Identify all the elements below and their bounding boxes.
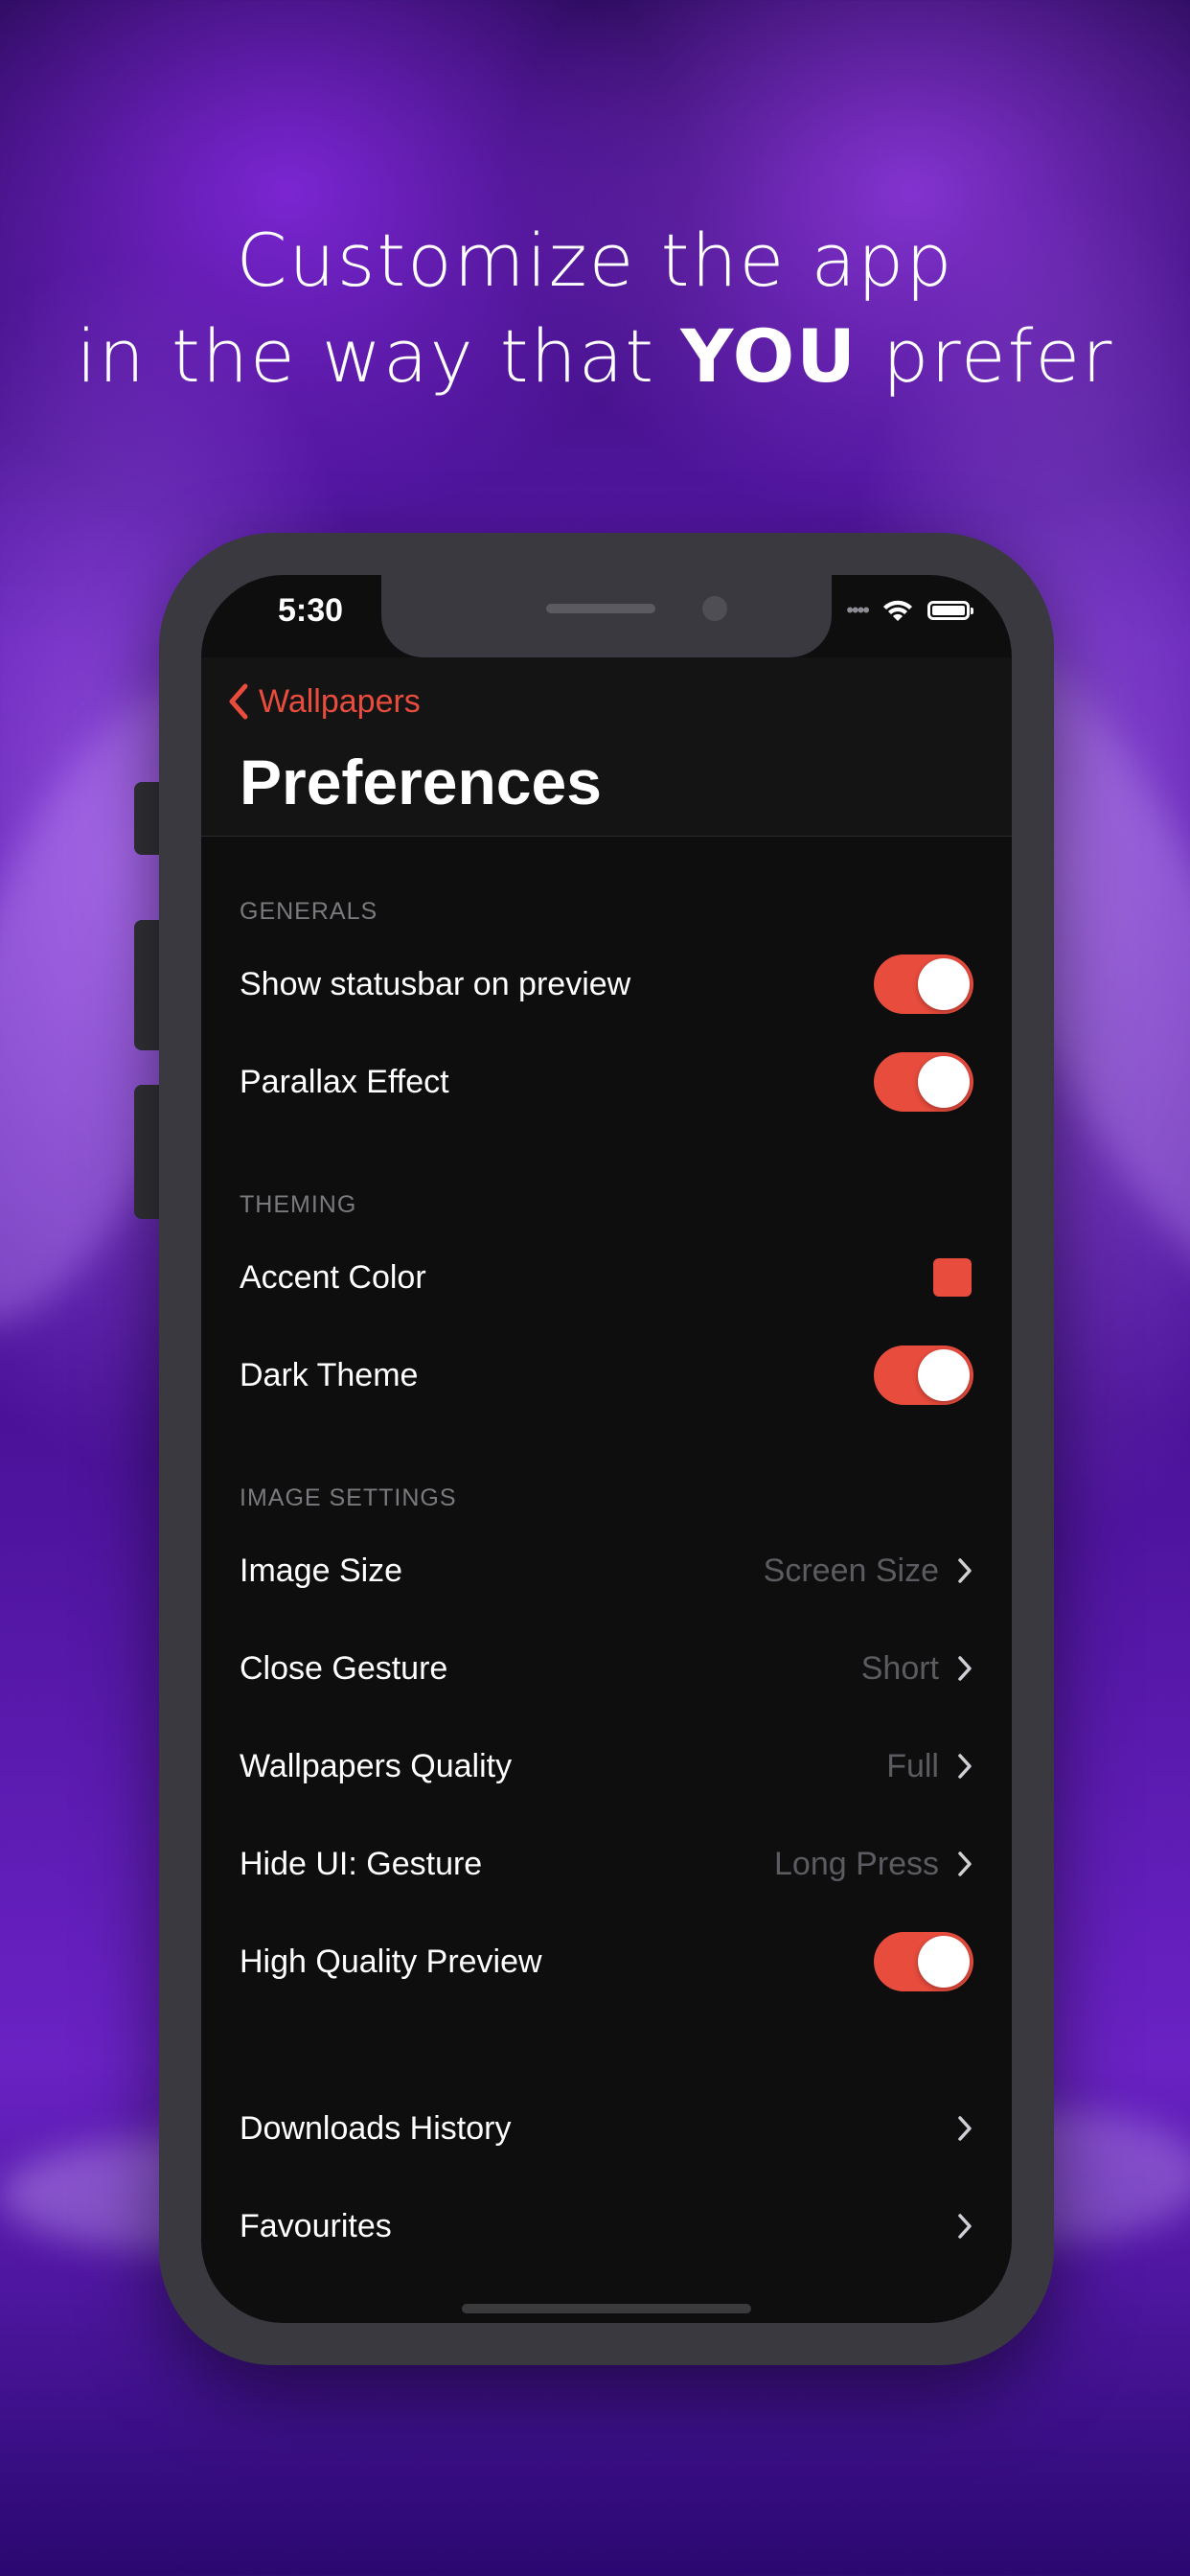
setting-row-close-gesture[interactable]: Close Gesture Short — [201, 1620, 1012, 1717]
chevron-right-icon — [958, 1754, 972, 1779]
phone-screen: 5:30 •••• Wallpapers Preferences GENERAL… — [201, 575, 1012, 2323]
setting-label: Image Size — [240, 1552, 403, 1589]
chevron-right-icon — [958, 2116, 972, 2141]
headline-line-2: in the way that YOU prefer — [0, 309, 1190, 404]
accent-color-swatch[interactable] — [933, 1258, 972, 1297]
parallax-toggle[interactable] — [874, 1052, 973, 1112]
setting-label: Wallpapers Quality — [240, 1747, 513, 1784]
back-button-label: Wallpapers — [259, 682, 421, 720]
setting-row-accent-color[interactable]: Accent Color — [201, 1229, 1012, 1326]
setting-row-favourites[interactable]: Favourites — [201, 2177, 1012, 2275]
marketing-headline: Customize the app in the way that YOU pr… — [0, 213, 1190, 404]
battery-icon — [927, 601, 973, 620]
setting-row-image-size[interactable]: Image Size Screen Size — [201, 1522, 1012, 1620]
setting-value: Long Press — [774, 1845, 939, 1882]
chevron-right-icon — [958, 1656, 972, 1681]
setting-value: Full — [886, 1747, 939, 1784]
chevron-right-icon — [958, 1852, 972, 1876]
status-time: 5:30 — [278, 592, 344, 629]
setting-row-hide-ui-gesture[interactable]: Hide UI: Gesture Long Press — [201, 1815, 1012, 1913]
headline-text: prefer — [857, 313, 1114, 399]
setting-row-show-statusbar: Show statusbar on preview — [201, 935, 1012, 1033]
navigation-bar: Wallpapers Preferences — [201, 657, 1012, 837]
chevron-right-icon — [958, 2214, 972, 2239]
wifi-icon — [883, 600, 912, 621]
setting-label: Downloads History — [240, 2109, 512, 2147]
setting-label: Show statusbar on preview — [240, 965, 631, 1002]
page-title: Preferences — [240, 747, 602, 817]
back-chevron-icon — [229, 683, 248, 720]
setting-value: Short — [860, 1649, 939, 1687]
headline-line-1: Customize the app — [236, 218, 954, 303]
show-statusbar-toggle[interactable] — [874, 954, 973, 1014]
setting-row-wallpapers-quality[interactable]: Wallpapers Quality Full — [201, 1717, 1012, 1815]
setting-label: Favourites — [240, 2207, 392, 2244]
speaker-grille — [546, 604, 655, 613]
setting-row-dark-theme: Dark Theme — [201, 1326, 1012, 1424]
phone-frame: 5:30 •••• Wallpapers Preferences GENERAL… — [159, 533, 1054, 2365]
headline-emphasis: YOU — [680, 313, 858, 399]
setting-label: Accent Color — [240, 1258, 426, 1296]
setting-row-high-quality-preview: High Quality Preview — [201, 1913, 1012, 2011]
setting-label: Hide UI: Gesture — [240, 1845, 483, 1882]
dark-theme-toggle[interactable] — [874, 1346, 973, 1405]
status-indicators: •••• — [846, 598, 973, 623]
setting-value: Screen Size — [763, 1552, 939, 1589]
signal-icon: •••• — [846, 598, 870, 622]
setting-row-parallax: Parallax Effect — [201, 1033, 1012, 1131]
setting-label: Close Gesture — [240, 1649, 448, 1687]
section-header-theming: THEMING — [240, 1191, 357, 1218]
setting-label: Parallax Effect — [240, 1063, 449, 1100]
settings-list: GENERALS Show statusbar on preview Paral… — [201, 836, 1012, 2275]
setting-row-downloads-history[interactable]: Downloads History — [201, 2080, 1012, 2177]
phone-notch — [381, 575, 832, 657]
back-button[interactable]: Wallpapers — [226, 682, 421, 721]
front-camera — [702, 596, 727, 621]
section-header-generals: GENERALS — [240, 898, 378, 925]
setting-label: High Quality Preview — [240, 1943, 542, 1980]
chevron-right-icon — [958, 1558, 972, 1583]
home-indicator[interactable] — [462, 2304, 751, 2313]
setting-label: Dark Theme — [240, 1356, 419, 1393]
high-quality-preview-toggle[interactable] — [874, 1932, 973, 1991]
headline-text: in the way that — [76, 313, 681, 399]
section-header-image-settings: IMAGE SETTINGS — [240, 1484, 457, 1511]
